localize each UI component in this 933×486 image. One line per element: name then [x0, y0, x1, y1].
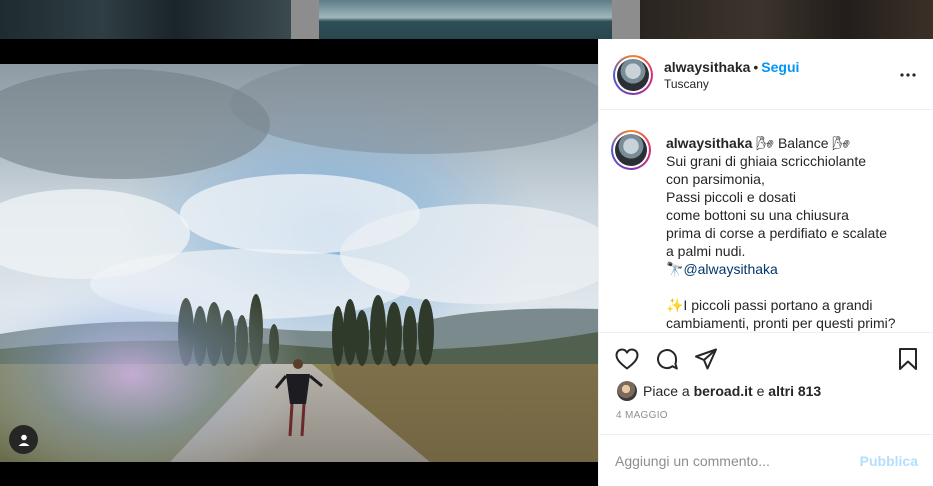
- caption-line: ✨I piccoli passi portano a grandi: [666, 297, 873, 313]
- caption-line: con parsimonia,: [666, 171, 765, 187]
- user-tag-icon: [18, 434, 29, 446]
- feed-thumbnail[interactable]: [640, 0, 933, 39]
- publish-button[interactable]: Pubblica: [860, 453, 918, 469]
- caption-line: a palmi nudi.: [666, 243, 746, 259]
- feed-gap: [291, 0, 319, 39]
- post-date[interactable]: 4 MAGGIO: [616, 410, 668, 421]
- author-avatar[interactable]: [613, 55, 653, 95]
- separator-dot: •: [753, 59, 759, 75]
- caption-username[interactable]: alwaysithaka: [666, 135, 752, 151]
- caption-first-line: alwaysithaka 🌬 Balance 🌬: [666, 134, 921, 152]
- share-button[interactable]: [692, 345, 720, 373]
- save-button[interactable]: [894, 345, 922, 373]
- feed-thumbnail[interactable]: [319, 0, 612, 39]
- liker-avatar[interactable]: [617, 381, 637, 401]
- caption-text: alwaysithaka 🌬 Balance 🌬 Sui grani di gh…: [666, 134, 921, 332]
- likes-prefix: Piace a: [643, 383, 690, 399]
- caption-line: cambiamenti, pronti per questi primi?: [666, 315, 896, 331]
- paper-plane-icon: [695, 348, 717, 370]
- likes-conjunction: e: [756, 383, 765, 399]
- caption-line: come bottoni su una chiusura: [666, 207, 849, 223]
- follow-button[interactable]: Segui: [761, 59, 799, 75]
- post-modal: alwaysithaka • Segui Tuscany alwaysithaka …: [0, 39, 933, 486]
- caption-credit-line: 🔭@alwaysithaka: [666, 260, 921, 278]
- post-location[interactable]: Tuscany: [664, 77, 709, 91]
- telescope-emoji: 🔭: [666, 261, 684, 277]
- heart-icon: [615, 348, 639, 370]
- caption-line: Passi piccoli e dosati: [666, 189, 796, 205]
- likes-summary[interactable]: Piace a beroad.it e altri 813: [617, 379, 821, 403]
- instagram-post-viewer: alwaysithaka • Segui Tuscany alwaysithaka …: [0, 0, 933, 486]
- liker-username[interactable]: beroad.it: [694, 383, 753, 399]
- caption-title: 🌬 Balance 🌬: [756, 135, 851, 151]
- feed-gap: [612, 0, 640, 39]
- user-tag-button[interactable]: [9, 425, 38, 454]
- more-options-icon: [900, 73, 916, 77]
- feed-thumbnail[interactable]: [0, 0, 291, 39]
- post-header: alwaysithaka • Segui Tuscany: [599, 39, 933, 110]
- caption-line: Sui grani di ghiaia scricchiolante: [666, 153, 866, 169]
- likes-others-count[interactable]: altri 813: [768, 383, 821, 399]
- author-username[interactable]: alwaysithaka: [664, 59, 750, 75]
- like-button[interactable]: [613, 345, 641, 373]
- caption-author-avatar[interactable]: [611, 130, 651, 170]
- post-side-panel: alwaysithaka • Segui Tuscany alwaysithaka …: [598, 39, 933, 486]
- author-line: alwaysithaka • Segui: [664, 59, 799, 75]
- comment-bubble-icon: [657, 349, 678, 370]
- more-options-button[interactable]: [898, 65, 918, 85]
- comment-form: Pubblica: [599, 434, 933, 486]
- bookmark-icon: [899, 348, 917, 370]
- action-bar: [599, 336, 933, 382]
- comment-input[interactable]: [615, 451, 845, 471]
- caption-section: alwaysithaka 🌬 Balance 🌬 Sui grani di gh…: [599, 110, 933, 333]
- caption-line: prima di corse a perdifiato e scalate: [666, 225, 887, 241]
- post-photo[interactable]: [0, 64, 598, 462]
- mention-link[interactable]: @alwaysithaka: [683, 261, 777, 277]
- post-media[interactable]: [0, 39, 598, 486]
- comment-button[interactable]: [653, 345, 681, 373]
